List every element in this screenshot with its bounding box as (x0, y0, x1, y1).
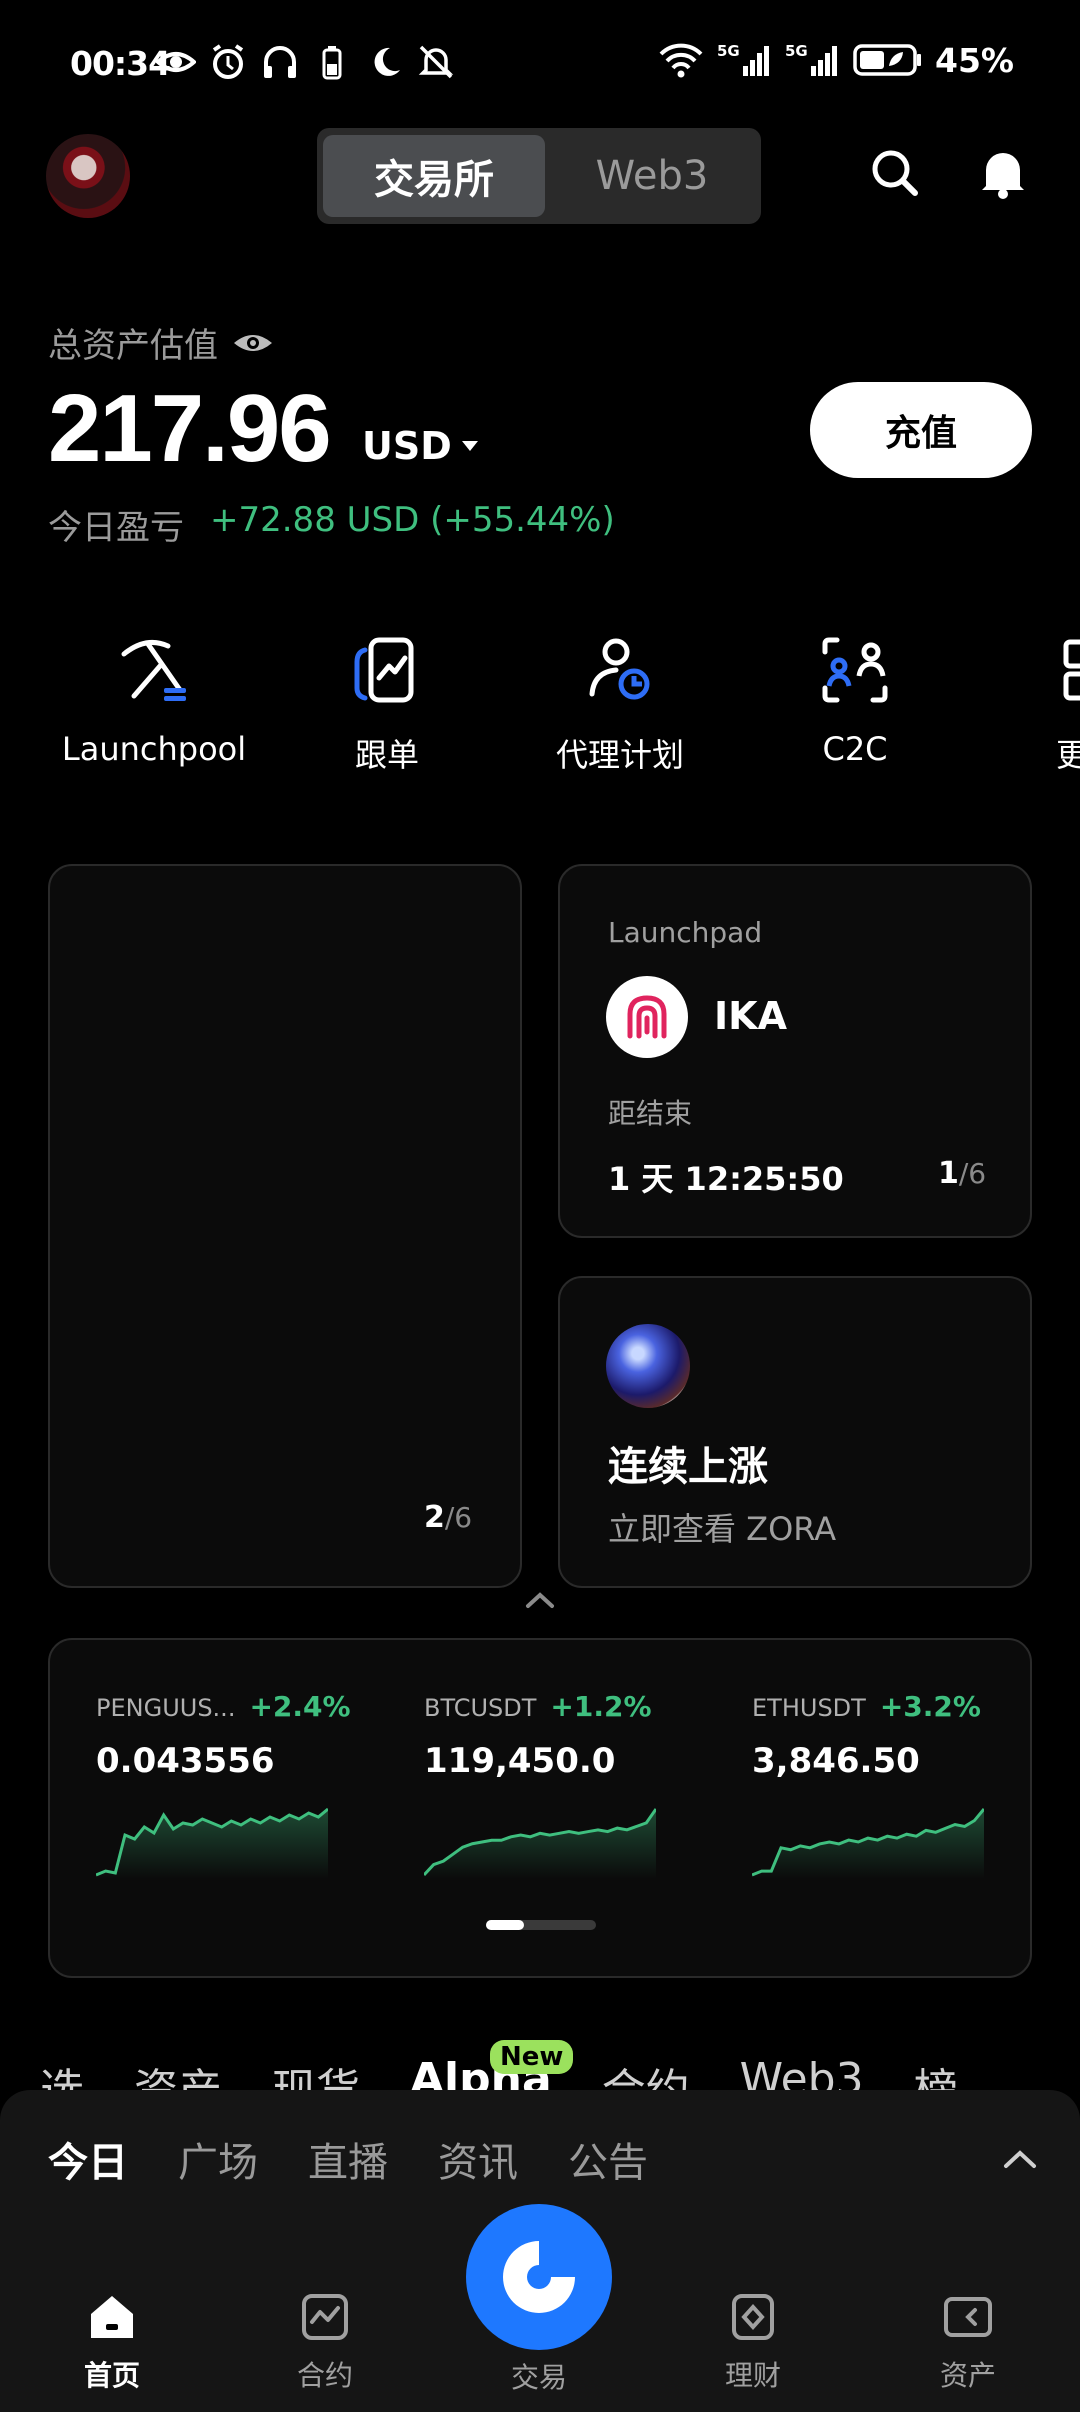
ticker-price: 0.043556 (96, 1741, 275, 1781)
shortcut-label: C2C (822, 730, 888, 768)
avatar[interactable] (46, 134, 130, 218)
home-icon (91, 2296, 133, 2338)
pnl-value: +72.88 USD (210, 500, 420, 540)
alarm-icon (212, 44, 244, 79)
ticker-symbol: PENGUUS... (96, 1694, 236, 1722)
total-assets-value: 217.96 (48, 375, 332, 482)
svg-text:5G: 5G (785, 42, 808, 60)
sparkline-area (424, 1809, 656, 1879)
headphones-icon (264, 46, 296, 78)
ticker-item[interactable]: BTCUSDT +1.2% 119,450.0 (424, 1690, 656, 1879)
trade-button[interactable] (466, 2204, 612, 2350)
ticker-sparkline (424, 1808, 656, 1879)
launchpad-token: IKA (714, 994, 787, 1038)
ticker-item[interactable]: ETHUSDT +3.2% 3,846.50 (752, 1690, 984, 1879)
pickaxe-icon (121, 639, 186, 701)
ticker-change: +1.2% (550, 1690, 652, 1723)
signal-5g-icon: 5G (717, 42, 769, 76)
banner-pager: 2/6 (424, 1500, 473, 1535)
svg-text:5G: 5G (717, 42, 740, 60)
shortcut-launchpool[interactable]: Launchpool (44, 632, 264, 768)
tab-web3[interactable]: Web3 (549, 135, 755, 217)
more-icon (1063, 639, 1080, 701)
launchpad-countdown: 1 天 12:25:50 (608, 1160, 844, 1198)
tab-announcements[interactable]: 公告 (568, 2130, 648, 2188)
caret-down-icon (461, 441, 478, 451)
promo-card[interactable]: 连续上涨 立即查看 ZORA (558, 1276, 1032, 1588)
market-tickers: PENGUUS... +2.4% 0.043556 BTCUSDT +1.2% 11… (48, 1638, 1032, 1978)
banner-card[interactable]: 2/6 (48, 864, 522, 1588)
ticker-sparkline (96, 1807, 328, 1879)
wifi-icon (659, 43, 703, 78)
sparkline-area (96, 1809, 328, 1879)
pnl-percent: (+55.44%) (430, 500, 615, 540)
promo-subtitle: 立即查看 ZORA (608, 1510, 837, 1548)
ticker-change: +2.4% (249, 1690, 351, 1723)
sparkline-area (752, 1809, 984, 1879)
new-badge: New (490, 2040, 574, 2074)
battery-percent: 45% (935, 40, 1014, 80)
launchpad-card[interactable]: Launchpad IKA 距结束 1 天 12:25:50 1/6 (558, 864, 1032, 1238)
battery-icon (853, 44, 921, 76)
nav-assets[interactable]: 资产 (888, 2290, 1048, 2394)
ika-logo-icon (606, 976, 688, 1058)
copy-trade-icon (354, 637, 414, 703)
c2c-icon (822, 637, 888, 703)
exchange-web3-switch: 交易所 Web3 (317, 128, 761, 224)
tab-live[interactable]: 直播 (308, 2130, 388, 2188)
shortcut-label: 代理计划 (555, 736, 684, 774)
ticker-price: 119,450.0 (424, 1741, 616, 1781)
ticker-symbol: ETHUSDT (752, 1694, 866, 1722)
shortcut-more[interactable]: 更 (960, 632, 1080, 776)
ticker-price: 3,846.50 (752, 1741, 920, 1781)
shortcut-agent[interactable]: 代理计划 (510, 632, 730, 776)
futures-icon (302, 2294, 348, 2340)
total-assets-label: 总资产估值 (48, 326, 218, 366)
launchpad-pager: 1/6 (938, 1156, 987, 1191)
search-icon[interactable] (868, 146, 922, 200)
trade-logo-icon (503, 2241, 575, 2313)
ticker-symbol: BTCUSDT (424, 1694, 537, 1722)
shortcut-label: Launchpool (61, 730, 247, 768)
launchpad-ends-label: 距结束 (608, 1097, 693, 1130)
eye-icon (156, 52, 196, 72)
status-bar: 00:34 5G 5G 45% (0, 0, 1080, 120)
trade-label: 交易 (510, 2361, 567, 2394)
tab-news[interactable]: 资讯 (438, 2130, 518, 2188)
chevron-up-icon[interactable] (522, 1588, 558, 1612)
pnl-label: 今日盈亏 (48, 508, 184, 548)
wallet-icon (944, 2297, 992, 2337)
moon-icon (374, 47, 400, 76)
signal-5g-icon-2: 5G (785, 42, 837, 76)
chevron-up-icon[interactable] (1000, 2146, 1040, 2172)
currency-label: USD (362, 424, 452, 468)
shortcut-label: 跟单 (354, 736, 419, 774)
tab-square[interactable]: 广场 (178, 2130, 258, 2188)
deposit-button[interactable]: 充值 (810, 382, 1032, 478)
nav-earn[interactable]: 理财 (673, 2290, 833, 2394)
battery-small-icon (322, 46, 342, 80)
bell-off-icon (418, 45, 454, 79)
zora-logo-icon (606, 1324, 690, 1408)
nav-futures[interactable]: 合约 (245, 2290, 405, 2394)
bell-icon[interactable] (976, 146, 1030, 200)
earn-icon (732, 2294, 774, 2340)
ticker-sparkline (752, 1808, 984, 1879)
eye-toggle-icon[interactable] (232, 327, 274, 359)
carousel-indicator (486, 1920, 596, 1930)
tab-today[interactable]: 今日 (48, 2130, 128, 2188)
launchpad-label: Launchpad (608, 916, 763, 949)
ticker-change: +3.2% (879, 1690, 981, 1723)
tab-exchange[interactable]: 交易所 (323, 135, 545, 217)
promo-title: 连续上涨 (608, 1444, 768, 1490)
shortcut-copy-trade[interactable]: 跟单 (277, 632, 497, 776)
shortcut-c2c[interactable]: C2C (745, 632, 965, 768)
shortcut-label: 更 (1056, 736, 1080, 774)
agent-icon (589, 638, 650, 700)
ticker-item[interactable]: PENGUUS... +2.4% 0.043556 (96, 1690, 351, 1879)
currency-selector[interactable]: USD (362, 424, 480, 468)
nav-home[interactable]: 首页 (32, 2290, 192, 2394)
